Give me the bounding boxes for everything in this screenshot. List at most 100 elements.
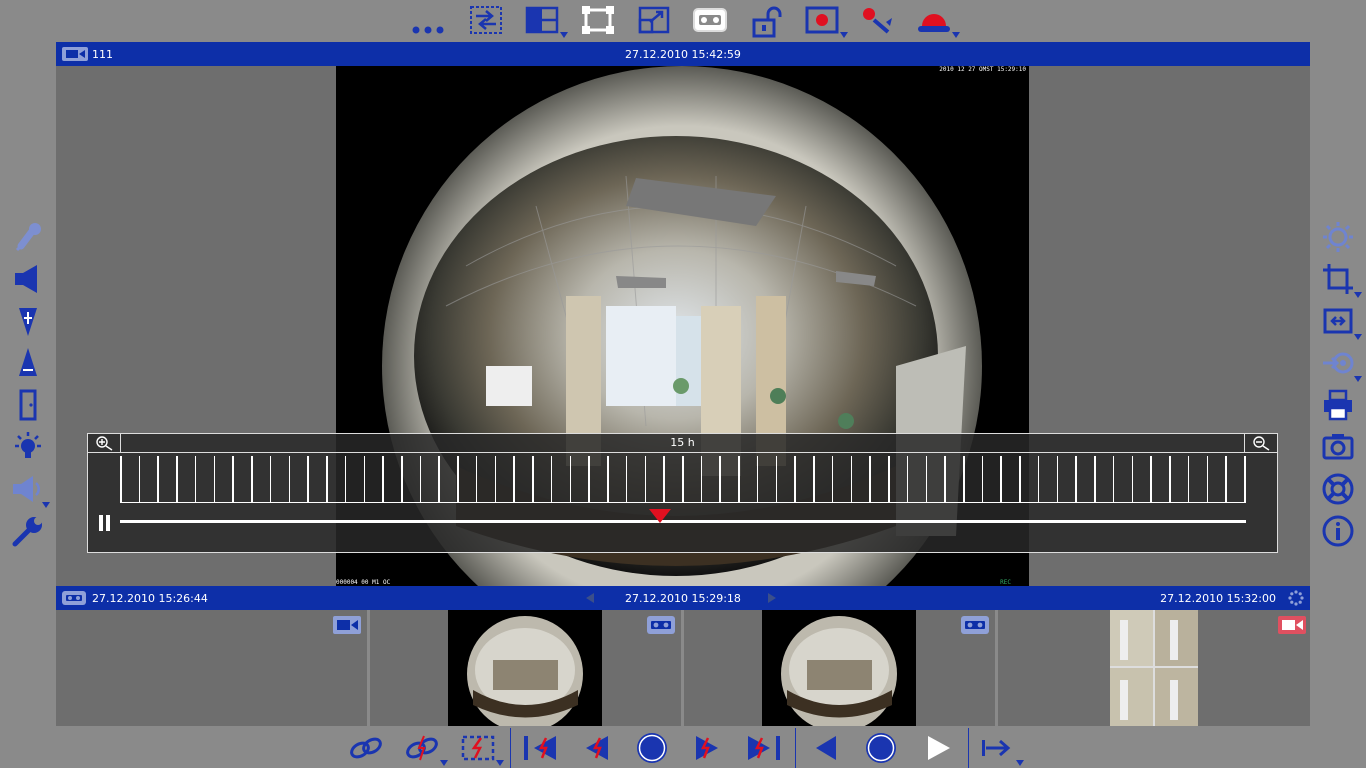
video-overlay-timestamp: 2010 12 27 OMST 15:29:10	[939, 66, 1026, 73]
door-icon[interactable]	[8, 386, 48, 424]
timeline-tick	[1019, 456, 1021, 502]
timeline-tick	[925, 456, 928, 502]
timeline-tick	[588, 456, 590, 502]
zoom-out-icon	[1253, 436, 1270, 451]
unlock-icon[interactable]	[746, 4, 786, 40]
timeline-tick	[269, 456, 272, 502]
archive-cassette-icon	[647, 616, 675, 634]
speaker-icon[interactable]	[8, 260, 48, 298]
timeline-tick	[1112, 456, 1115, 502]
layout-sequence-icon[interactable]	[466, 2, 506, 38]
timeline-tick	[981, 456, 984, 502]
crop-icon[interactable]	[1318, 260, 1362, 298]
record-icon[interactable]	[802, 2, 848, 38]
archive-icon[interactable]	[690, 2, 730, 38]
video-overlay-footer: 000004 00 M1 OC	[336, 579, 391, 586]
timeline-tick	[1225, 456, 1227, 502]
camera-cell-2[interactable]	[370, 610, 681, 726]
timeline-tick	[1169, 456, 1171, 502]
stop-icon[interactable]	[632, 730, 672, 766]
timeline-tick	[213, 456, 216, 502]
timeline-tick	[532, 456, 534, 502]
bottom-toolbar	[340, 728, 1030, 768]
brightness-icon[interactable]	[1318, 218, 1358, 256]
camera-cell-3[interactable]	[684, 610, 995, 726]
focus-far-icon[interactable]	[8, 302, 48, 340]
camera-live-icon	[333, 616, 361, 634]
timeline-track[interactable]	[120, 520, 1246, 523]
timeline-tick	[1187, 456, 1190, 502]
help-icon[interactable]	[1318, 470, 1358, 508]
timeline-tick	[120, 456, 122, 502]
timeline-tick	[457, 456, 459, 502]
timeline-tick	[1075, 456, 1077, 502]
archive-next-arrow-icon[interactable]	[768, 593, 776, 603]
timeline-position-marker[interactable]	[649, 508, 672, 523]
camera-recording-icon	[1278, 616, 1306, 634]
pause-playback-icon[interactable]	[861, 730, 901, 766]
timeline-tick	[232, 456, 234, 502]
camera-cell-4[interactable]	[998, 610, 1310, 726]
timeline-tick	[401, 456, 403, 502]
zoom-in-button[interactable]	[88, 434, 121, 453]
timeline-tick	[700, 456, 703, 502]
timeline-tick	[1150, 456, 1152, 502]
left-toolbar	[6, 218, 52, 548]
microphone-icon[interactable]	[8, 218, 48, 256]
camera-cell-1[interactable]	[56, 610, 367, 726]
timeline-tick	[251, 456, 253, 502]
timeline-tick	[850, 456, 853, 502]
pause-button[interactable]	[98, 514, 112, 532]
next-alarm-icon[interactable]	[688, 730, 728, 766]
first-alarm-icon[interactable]	[520, 730, 560, 766]
focus-near-icon[interactable]	[8, 344, 48, 382]
last-alarm-icon[interactable]	[744, 730, 784, 766]
timeline-tick	[831, 456, 834, 502]
timeline-tick	[756, 456, 759, 502]
timeline-panel: 15 h	[87, 433, 1278, 553]
cell-3-thumbnail	[762, 610, 916, 726]
timeline-tick	[419, 456, 422, 502]
fit-icon[interactable]	[1318, 302, 1362, 340]
alarm-icon[interactable]	[914, 2, 960, 38]
window-resize-icon[interactable]	[634, 2, 674, 38]
prev-alarm-icon[interactable]	[576, 730, 616, 766]
zoom-out-button[interactable]	[1244, 434, 1277, 453]
record-settings-icon[interactable]	[858, 2, 898, 38]
cell-2-thumbnail	[448, 610, 602, 726]
play-forward-icon[interactable]	[918, 730, 958, 766]
snapshot-icon[interactable]	[1318, 428, 1358, 466]
timeline-scale-label: 15 h	[120, 434, 1245, 453]
right-toolbar	[1314, 218, 1364, 548]
timeline-tick	[513, 456, 515, 502]
more-icon[interactable]	[408, 6, 448, 42]
timeline-tick	[888, 456, 890, 502]
timeline-tick	[738, 456, 740, 502]
timeline-ruler[interactable]	[120, 456, 1246, 503]
fullscreen-icon[interactable]	[578, 2, 618, 38]
timeline-tick	[607, 456, 609, 502]
print-icon[interactable]	[1318, 386, 1358, 424]
link-icon[interactable]	[346, 730, 386, 766]
link-alarm-icon[interactable]	[402, 730, 448, 766]
select-alarm-icon[interactable]	[458, 730, 504, 766]
wrench-icon[interactable]	[8, 512, 48, 550]
layout-split-icon[interactable]	[522, 2, 568, 38]
goto-time-icon[interactable]	[978, 730, 1024, 766]
info-icon[interactable]	[1318, 512, 1358, 550]
play-backward-icon[interactable]	[806, 730, 846, 766]
timeline-tick	[438, 456, 440, 502]
loudspeaker-icon[interactable]	[8, 470, 50, 508]
timeline-tick	[719, 456, 721, 502]
timeline-tick	[682, 456, 684, 502]
timeline-tick	[475, 456, 478, 502]
archive-bar: 27.12.2010 15:26:44 27.12.2010 15:29:18 …	[56, 586, 1310, 610]
light-icon[interactable]	[8, 428, 48, 466]
archive-end-time: 27.12.2010 15:32:00	[1160, 592, 1276, 605]
pause-icon	[99, 515, 110, 531]
cell-4-thumbnail	[1110, 610, 1198, 726]
ptz-preset-icon[interactable]	[1318, 344, 1362, 382]
timeline-tick	[194, 456, 197, 502]
timeline-tick	[625, 456, 628, 502]
timeline-tick	[1037, 456, 1040, 502]
